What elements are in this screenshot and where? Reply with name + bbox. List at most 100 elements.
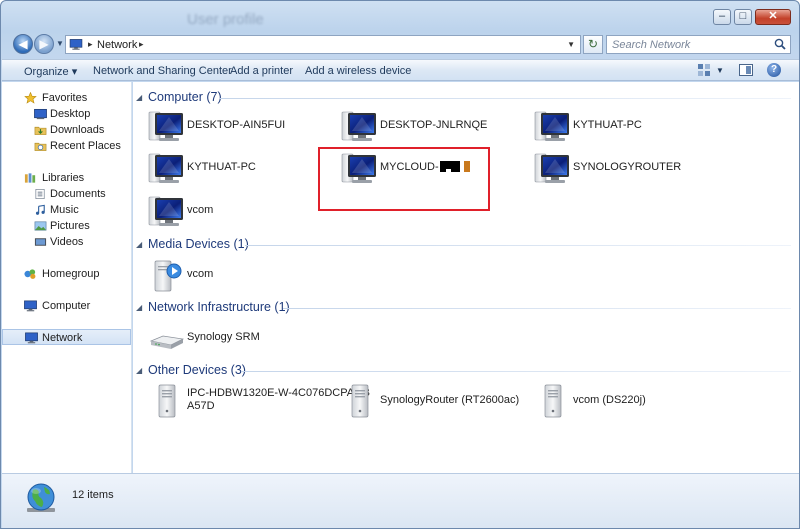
group-header-network-infrastructure[interactable]: ◢ Network Infrastructure (1) xyxy=(133,299,797,317)
nav-downloads[interactable]: Downloads xyxy=(2,122,131,138)
collapse-icon[interactable]: ◢ xyxy=(136,240,142,249)
item-label: vcom (DS220j) xyxy=(573,394,646,406)
documents-icon xyxy=(35,189,45,199)
breadcrumb-network[interactable]: Network xyxy=(97,39,137,51)
other-device-item[interactable]: IPC-HDBW1320E-W-4C076DCPAGB A57D xyxy=(147,382,370,422)
add-printer-button[interactable]: Add a printer xyxy=(230,65,293,77)
navigation-pane: Favorites Desktop Downloads Recent Place… xyxy=(2,82,132,473)
nav-network[interactable]: Network xyxy=(2,329,131,345)
add-wireless-device-button[interactable]: Add a wireless device xyxy=(305,65,411,77)
change-view-icon[interactable] xyxy=(698,64,710,76)
nav-pictures[interactable]: Pictures xyxy=(2,218,131,234)
refresh-button[interactable]: ↻ xyxy=(583,35,603,54)
item-label: KYTHUAT-PC xyxy=(187,161,256,173)
nav-favorites[interactable]: Favorites xyxy=(2,90,131,106)
search-input[interactable]: Search Network xyxy=(606,35,791,54)
title-bar[interactable]: User profile – □ ✕ xyxy=(1,1,799,31)
explorer-window: User profile – □ ✕ ◀ ▶ ▼ ▸ Network ▸ ▼ ↻… xyxy=(0,0,800,529)
view-options-dropdown[interactable]: ▼ xyxy=(716,66,724,75)
nav-label: Homegroup xyxy=(42,268,100,280)
maximize-button[interactable]: □ xyxy=(734,9,752,25)
recent-places-icon xyxy=(34,142,47,151)
nav-label: Desktop xyxy=(50,108,91,120)
network-location-icon xyxy=(69,39,83,50)
item-label: vcom xyxy=(187,204,214,216)
close-button[interactable]: ✕ xyxy=(755,9,791,25)
libraries-icon xyxy=(24,173,36,183)
network-sharing-center-button[interactable]: Network and Sharing Center xyxy=(93,65,232,77)
group-divider xyxy=(283,308,791,309)
homegroup-icon xyxy=(24,269,36,279)
nav-videos[interactable]: Videos xyxy=(2,234,131,250)
monitor-icon xyxy=(533,149,573,189)
recent-pages-dropdown[interactable]: ▼ xyxy=(56,39,64,48)
refresh-icon: ↻ xyxy=(587,37,599,51)
monitor-icon xyxy=(340,107,380,147)
item-count: 12 items xyxy=(72,489,114,501)
monitor-icon xyxy=(147,107,187,147)
item-label: Synology SRM xyxy=(187,331,260,343)
group-header-media-devices[interactable]: ◢ Media Devices (1) xyxy=(133,236,797,254)
nav-recent-places[interactable]: Recent Places xyxy=(2,138,131,154)
nav-documents[interactable]: Documents xyxy=(2,186,131,202)
nav-label: Documents xyxy=(50,188,106,200)
network-icon xyxy=(25,332,38,344)
star-icon xyxy=(24,92,37,104)
nav-computer[interactable]: Computer xyxy=(2,298,131,314)
nav-label: Network xyxy=(42,332,83,344)
videos-icon xyxy=(34,238,47,246)
nav-label: Computer xyxy=(42,300,91,312)
breadcrumb-root-arrow[interactable]: ▸ xyxy=(88,39,93,50)
nav-label: Recent Places xyxy=(50,140,121,152)
help-icon[interactable]: ? xyxy=(767,63,781,77)
item-label: SynologyRouter (RT2600ac) xyxy=(380,394,520,406)
collapse-icon[interactable]: ◢ xyxy=(136,366,142,375)
monitor-icon xyxy=(533,107,573,147)
nav-music[interactable]: Music xyxy=(2,202,131,218)
desktop-icon xyxy=(34,108,47,120)
preview-pane-icon[interactable] xyxy=(739,64,753,76)
item-label: SYNOLOGYROUTER xyxy=(573,161,682,173)
globe-icon xyxy=(27,483,55,512)
tower-device-icon xyxy=(147,382,187,422)
group-divider xyxy=(219,98,791,99)
group-title: Media Devices (1) xyxy=(148,237,249,251)
back-button[interactable]: ◀ xyxy=(13,34,33,54)
item-label: KYTHUAT-PC xyxy=(573,119,642,131)
highlight-box xyxy=(318,147,490,211)
address-bar[interactable]: ▸ Network ▸ ▼ xyxy=(65,35,581,54)
back-arrow-icon: ◀ xyxy=(18,37,28,51)
details-pane: 12 items xyxy=(2,473,799,528)
group-title: Network Infrastructure (1) xyxy=(148,300,290,314)
computer-icon xyxy=(24,300,37,312)
nav-label: Favorites xyxy=(42,92,88,104)
downloads-icon xyxy=(34,126,47,135)
collapse-icon[interactable]: ◢ xyxy=(136,303,142,312)
forward-arrow-icon: ▶ xyxy=(39,37,49,51)
item-label: vcom xyxy=(187,268,214,280)
search-icon[interactable] xyxy=(774,38,786,50)
music-icon xyxy=(35,204,45,215)
group-divider xyxy=(245,245,791,246)
window-title: User profile xyxy=(187,11,264,28)
nav-desktop[interactable]: Desktop xyxy=(2,106,131,122)
group-title: Other Devices (3) xyxy=(148,363,246,377)
nav-label: Music xyxy=(50,204,79,216)
minimize-button[interactable]: – xyxy=(713,9,731,25)
media-server-icon xyxy=(147,256,187,296)
organize-menu[interactable]: Organize ▾ xyxy=(24,65,77,78)
collapse-icon[interactable]: ◢ xyxy=(136,93,142,102)
pictures-icon xyxy=(34,221,47,231)
search-placeholder: Search Network xyxy=(612,39,691,51)
group-header-computer[interactable]: ◢ Computer (7) xyxy=(133,89,797,107)
address-history-dropdown[interactable]: ▼ xyxy=(567,40,575,49)
forward-button[interactable]: ▶ xyxy=(34,34,54,54)
item-label-line2: A57D xyxy=(187,400,215,412)
nav-libraries[interactable]: Libraries xyxy=(2,170,131,186)
breadcrumb-network-arrow[interactable]: ▸ xyxy=(139,39,144,50)
nav-label: Downloads xyxy=(50,124,105,136)
file-list: ◢ Computer (7) DESKTOP-AIN5FUI DESKTOP-J… xyxy=(133,82,799,473)
group-header-other-devices[interactable]: ◢ Other Devices (3) xyxy=(133,362,797,380)
nav-homegroup[interactable]: Homegroup xyxy=(2,266,131,282)
router-icon xyxy=(147,319,187,359)
